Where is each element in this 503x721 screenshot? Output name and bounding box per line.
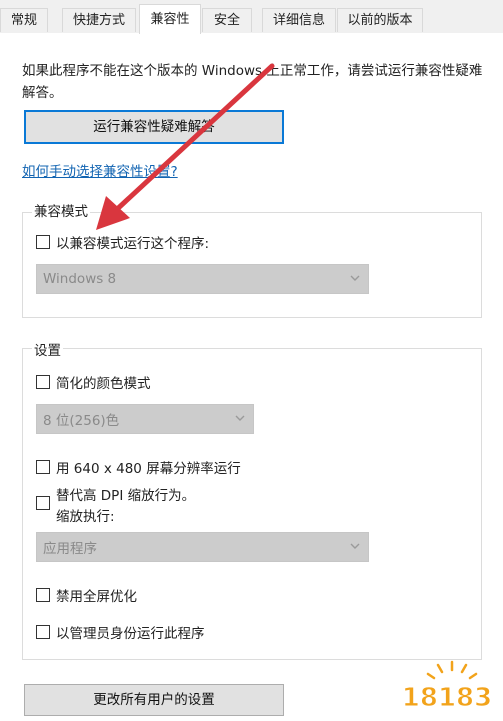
chevron-down-icon	[235, 415, 245, 421]
fullscreen-opt-checkbox[interactable]: 禁用全屏优化	[36, 585, 137, 605]
compat-os-value: Windows 8	[43, 271, 117, 287]
resolution-label: 用 640 x 480 屏幕分辨率运行	[56, 461, 241, 477]
watermark-text: 18183	[402, 683, 492, 713]
tab-compatibility[interactable]: 兼容性	[139, 4, 201, 34]
checkbox-box[interactable]	[36, 235, 50, 249]
compat-mode-title: 兼容模式	[32, 200, 90, 220]
chevron-down-icon	[350, 543, 360, 549]
fullscreen-opt-label: 禁用全屏优化	[56, 589, 137, 605]
run-troubleshooter-button[interactable]: 运行兼容性疑难解答	[24, 110, 284, 144]
dpi-scaling-select: 应用程序	[36, 532, 369, 562]
checkbox-box[interactable]	[36, 588, 50, 602]
checkbox-box[interactable]	[36, 496, 50, 510]
reduced-color-checkbox[interactable]: 简化的颜色模式	[36, 372, 151, 392]
tab-security[interactable]: 安全	[202, 8, 252, 32]
color-mode-value: 8 位(256)色	[43, 413, 120, 429]
compat-mode-label: 以兼容模式运行这个程序:	[56, 236, 210, 252]
compat-os-select: Windows 8	[36, 264, 369, 294]
checkbox-box[interactable]	[36, 460, 50, 474]
high-dpi-label: 替代高 DPI 缩放行为。 缩放执行:	[56, 486, 195, 528]
tab-details[interactable]: 详细信息	[262, 8, 336, 32]
high-dpi-checkbox[interactable]	[36, 496, 56, 510]
chevron-down-icon	[350, 275, 360, 281]
settings-title: 设置	[32, 339, 63, 359]
tab-strip: 常规 快捷方式 兼容性 安全 详细信息 以前的版本	[0, 0, 503, 34]
resolution-checkbox[interactable]: 用 640 x 480 屏幕分辨率运行	[36, 457, 241, 477]
color-mode-select: 8 位(256)色	[36, 404, 254, 434]
dpi-scaling-value: 应用程序	[43, 541, 97, 557]
description-text: 如果此程序不能在这个版本的 Windows 上正常工作，请尝试运行兼容性疑难解答…	[22, 63, 483, 101]
tab-general[interactable]: 常规	[0, 8, 48, 32]
manual-settings-link[interactable]: 如何手动选择兼容性设置?	[22, 160, 178, 180]
compat-mode-checkbox[interactable]: 以兼容模式运行这个程序:	[36, 232, 209, 252]
checkbox-box[interactable]	[36, 375, 50, 389]
high-dpi-label-line1: 替代高 DPI 缩放行为。	[56, 488, 196, 504]
change-all-users-button[interactable]: 更改所有用户的设置	[24, 684, 284, 716]
watermark-logo-icon: 18183	[401, 660, 493, 714]
checkbox-box[interactable]	[36, 625, 50, 639]
high-dpi-label-line2: 缩放执行:	[56, 509, 115, 525]
tab-shortcut[interactable]: 快捷方式	[62, 8, 136, 32]
reduced-color-label: 简化的颜色模式	[56, 376, 151, 392]
run-as-admin-checkbox[interactable]: 以管理员身份运行此程序	[36, 622, 205, 642]
tab-previous-versions[interactable]: 以前的版本	[337, 8, 423, 32]
run-as-admin-label: 以管理员身份运行此程序	[56, 626, 205, 642]
